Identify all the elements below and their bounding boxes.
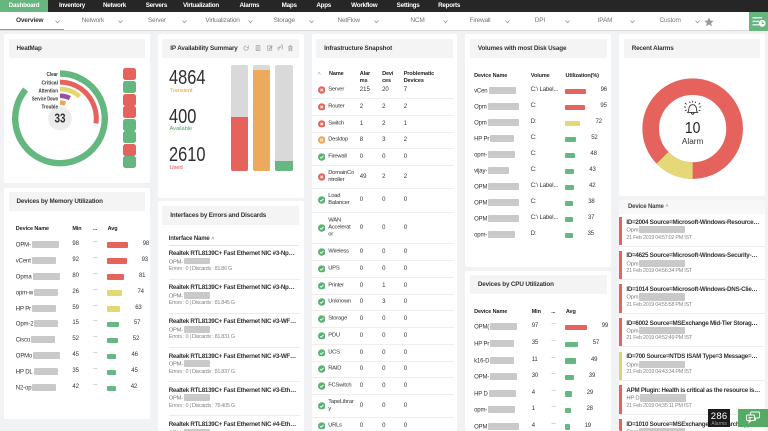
svg-text:Service Down: Service Down: [32, 96, 58, 102]
svg-text:Trouble: Trouble: [41, 104, 57, 110]
svg-text:Alarm: Alarm: [682, 137, 703, 146]
svg-text:33: 33: [54, 112, 65, 126]
svg-text:Attention: Attention: [38, 89, 58, 95]
svg-text:Critical: Critical: [41, 81, 58, 87]
svg-text:10: 10: [685, 120, 701, 137]
svg-text:Clear: Clear: [46, 72, 58, 78]
